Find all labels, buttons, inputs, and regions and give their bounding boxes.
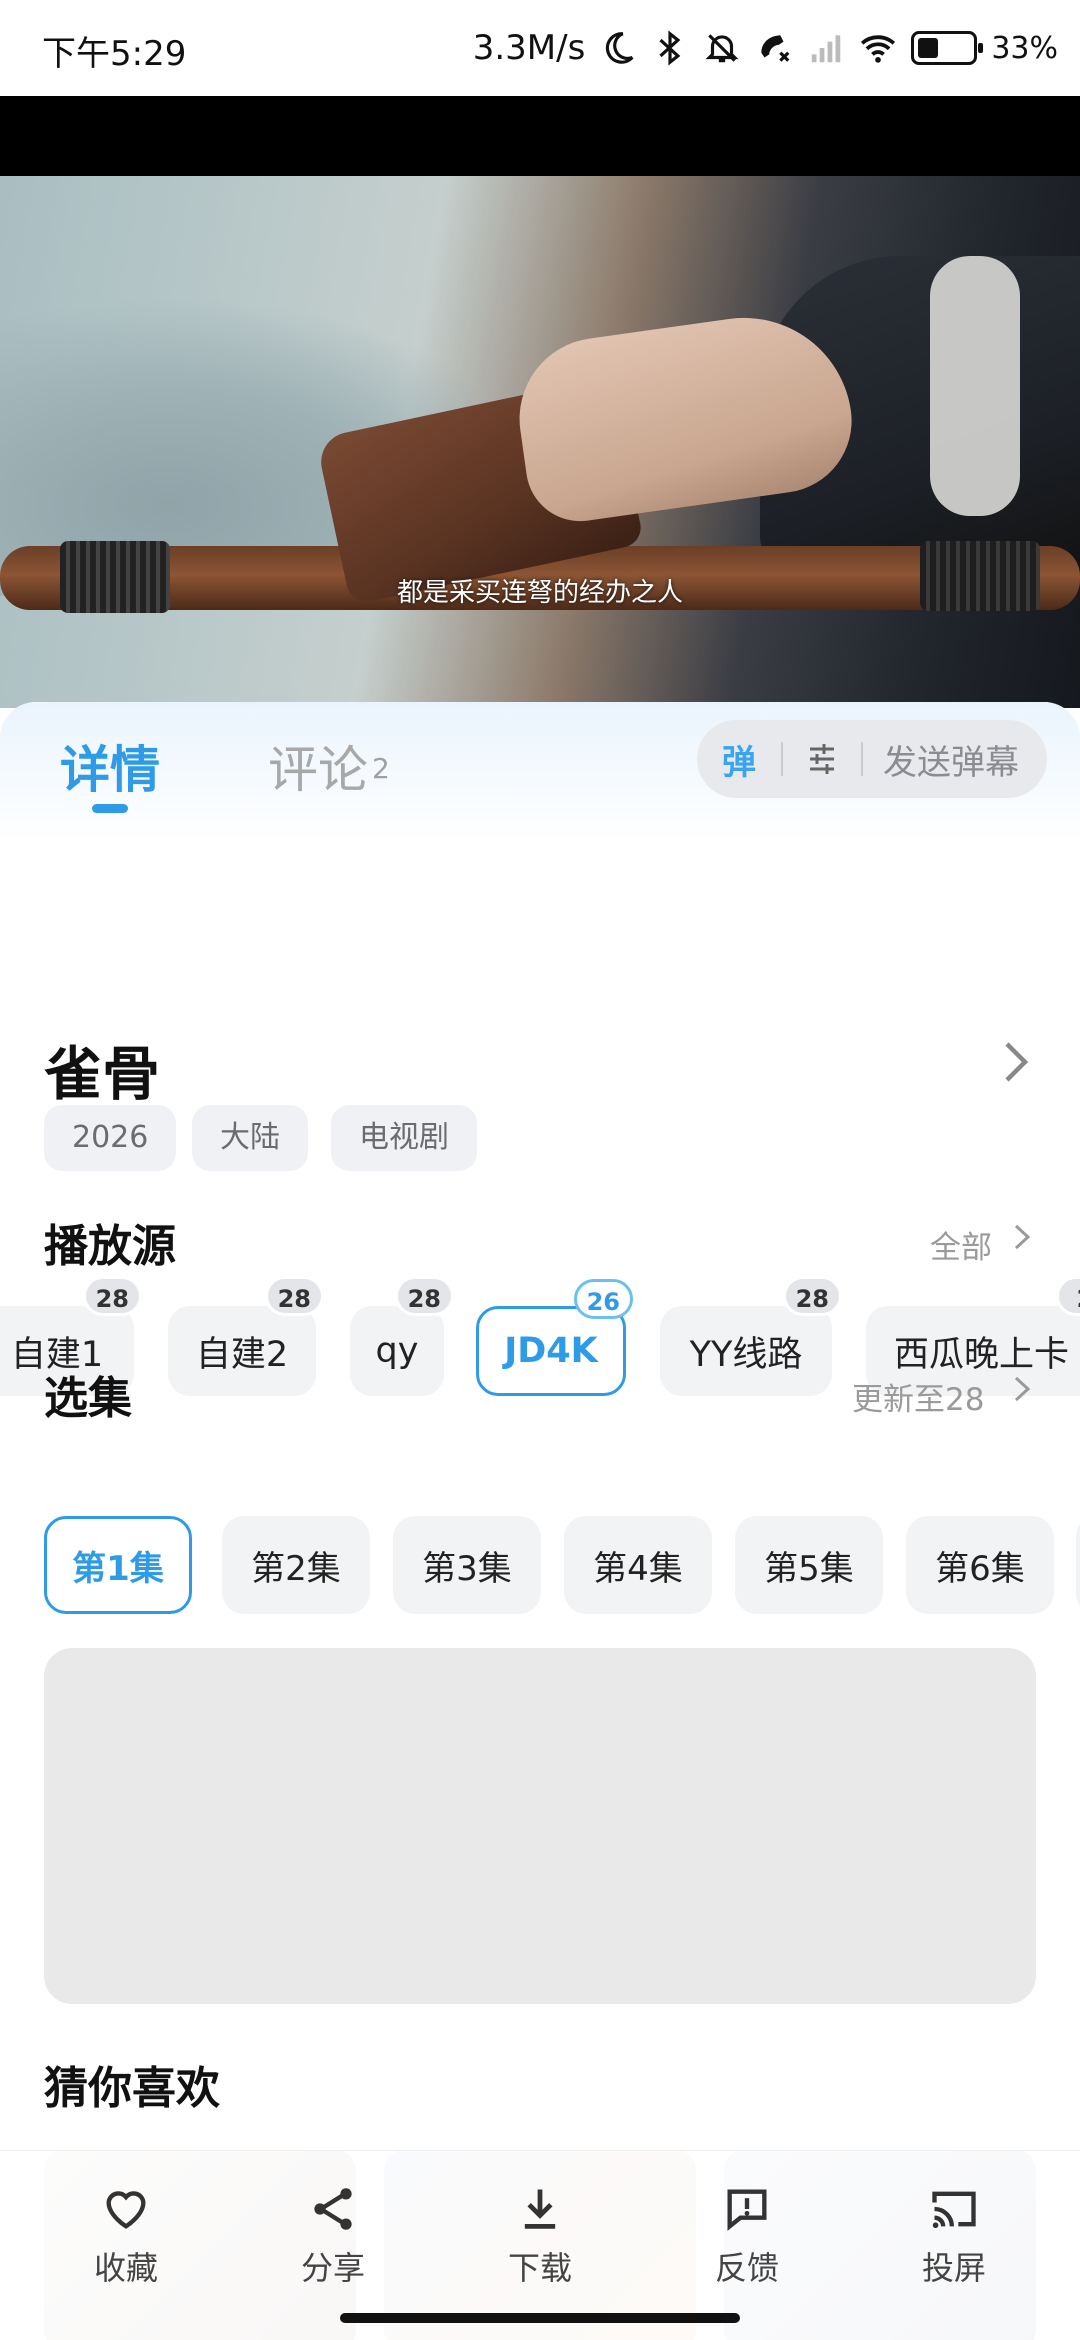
share-icon — [314, 2188, 352, 2230]
share-label: 分享 — [300, 2249, 365, 2287]
source-zijian2[interactable]: 自建2 28 — [168, 1276, 324, 1396]
favorite-button[interactable]: 收藏 — [56, 2183, 196, 2303]
status-time: 下午5:29 — [42, 34, 187, 74]
sources-title: 播放源 — [44, 1221, 176, 1272]
chevron-right-icon[interactable] — [1010, 1220, 1034, 1254]
source-badge: 28 — [264, 1276, 324, 1316]
bottom-action-bar: 收藏 分享 下载 反馈 投屏 — [0, 2150, 1080, 2340]
cast-button[interactable]: 投屏 — [884, 2183, 1024, 2303]
tab-indicator — [92, 804, 128, 813]
download-label: 下载 — [507, 2249, 572, 2287]
danmu-settings-icon — [810, 744, 834, 774]
tag-region: 大陆 — [192, 1105, 308, 1171]
heart-icon — [106, 2191, 146, 2229]
episode-6[interactable]: 第6集 — [906, 1516, 1054, 1614]
download-icon — [524, 2189, 556, 2229]
cast-icon — [932, 2191, 976, 2229]
danmu-bar: 弹 发送弹幕 — [697, 720, 1047, 798]
video-player[interactable]: 都是采买连弩的经办之人 — [0, 96, 1080, 708]
feedback-label: 反馈 — [714, 2249, 779, 2287]
status-bar: 下午5:29 3.3M/s 33% — [0, 0, 1080, 96]
tag-year: 2026 — [44, 1105, 177, 1171]
download-button[interactable]: 下载 — [470, 2183, 610, 2303]
show-title: 雀骨 — [44, 1040, 161, 1108]
episode-3[interactable]: 第3集 — [393, 1516, 541, 1614]
source-jd4k[interactable]: JD4K 26 — [476, 1279, 633, 1396]
danmu-settings-button[interactable] — [783, 739, 861, 779]
battery-percent: 33% — [991, 30, 1058, 66]
chevron-right-icon[interactable] — [998, 1038, 1034, 1086]
favorite-label: 收藏 — [93, 2249, 158, 2287]
content-placeholder — [44, 1648, 1036, 2004]
bluetooth-icon — [659, 30, 681, 66]
home-indicator — [340, 2313, 740, 2323]
comments-count: 2 — [372, 752, 390, 785]
detail-sheet: 详情 评论 2 弹 发送弹幕 雀骨 2026 大陆 电视剧 播放源 全部 自建1… — [0, 702, 1080, 2340]
danmu-input[interactable]: 发送弹幕 — [863, 735, 1047, 784]
call-icon — [761, 35, 790, 62]
video-subtitle: 都是采买连弩的经办之人 — [396, 578, 683, 608]
signal-icon — [812, 35, 841, 63]
source-badge: 2 — [1056, 1276, 1080, 1316]
share-button[interactable]: 分享 — [263, 2183, 403, 2303]
episodes-update-link[interactable]: 更新至28 — [852, 1374, 984, 1419]
episode-5[interactable]: 第5集 — [735, 1516, 883, 1614]
cast-label: 投屏 — [921, 2249, 986, 2287]
feedback-icon — [727, 2189, 767, 2231]
status-icons: 3.3M/s 33% — [473, 24, 1058, 72]
moon-icon — [606, 32, 634, 64]
source-badge: 28 — [82, 1276, 142, 1316]
source-badge: 26 — [573, 1279, 633, 1319]
episode-4[interactable]: 第4集 — [564, 1516, 712, 1614]
tag-type: 电视剧 — [331, 1105, 477, 1171]
feedback-button[interactable]: 反馈 — [677, 2183, 817, 2303]
tab-details[interactable]: 详情 — [60, 730, 160, 802]
source-yy[interactable]: YY线路 28 — [660, 1276, 842, 1396]
source-badge: 28 — [782, 1276, 842, 1316]
source-badge: 28 — [394, 1276, 454, 1316]
mute-bell-icon — [705, 34, 739, 63]
chevron-right-icon[interactable] — [1010, 1372, 1034, 1406]
wifi-icon — [861, 35, 896, 63]
episode-2[interactable]: 第2集 — [222, 1516, 370, 1614]
sources-all-link[interactable]: 全部 — [930, 1222, 992, 1267]
recommend-title: 猜你喜欢 — [44, 2063, 220, 2114]
source-qy[interactable]: qy 28 — [350, 1276, 454, 1396]
danmu-toggle-button[interactable]: 弹 — [697, 735, 781, 784]
video-frame — [0, 176, 1080, 708]
battery-icon — [911, 31, 984, 65]
episodes-title: 选集 — [44, 1373, 132, 1424]
network-speed: 3.3M/s — [472, 28, 586, 68]
episode-1[interactable]: 第1集 — [44, 1516, 192, 1614]
episode-more[interactable] — [1076, 1516, 1080, 1614]
tab-comments[interactable]: 评论 — [268, 730, 368, 802]
